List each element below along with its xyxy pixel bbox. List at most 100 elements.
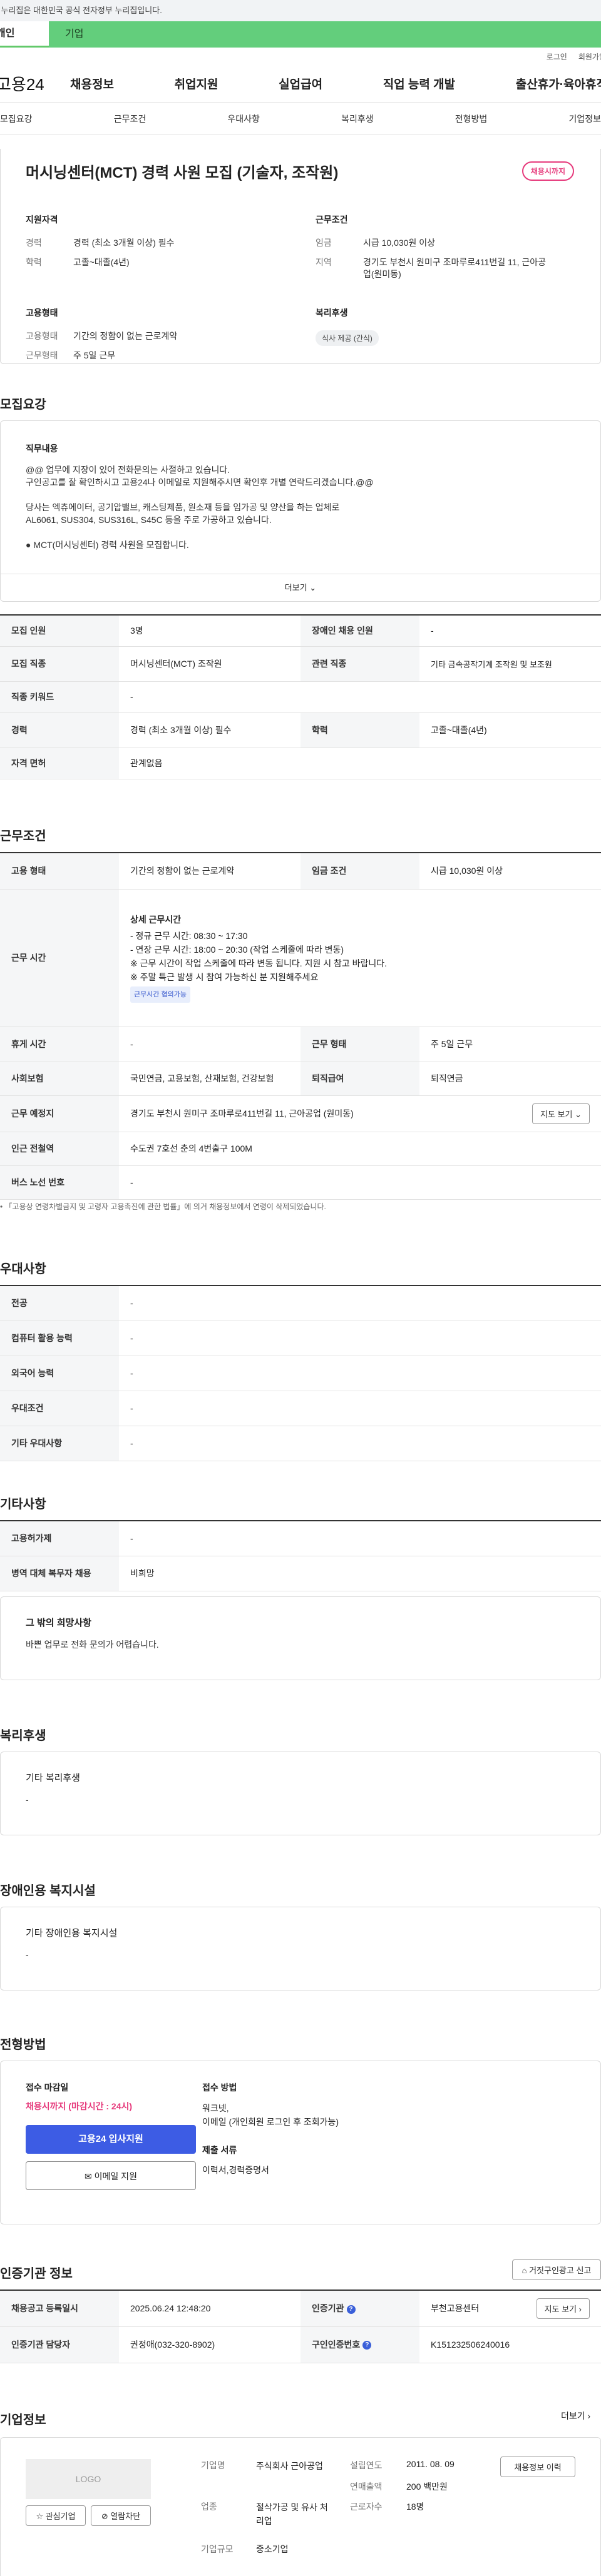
- process-card: 접수 마감일 채용시까지 (마감시간 : 24시) 고용24 입사지원 ✉ 이메…: [0, 2061, 601, 2224]
- text-line: - 정규 근무 시간: 08:30 ~ 17:30: [130, 931, 248, 941]
- text-line: ※ 주말 특근 발생 시 참여 가능하신 분 지원해주세요: [130, 972, 319, 982]
- company-name: 주식회사 근아공업: [256, 2461, 323, 2471]
- tab-personal[interactable]: 개인: [0, 21, 49, 48]
- tab-company[interactable]: 기업: [49, 21, 601, 48]
- employment-heading: 고용형태: [26, 308, 58, 318]
- anchor-recruit[interactable]: 모집요강: [0, 113, 33, 125]
- text-line: 당사는 엑츄에이터, 공기압밸브, 캐스팅제품, 원소재 등을 임가공 및 양산…: [26, 502, 340, 512]
- table-row: 인근 전철역 수도권 7호선 춘의 4번출구 100M: [0, 1132, 601, 1166]
- table-row: 버스 노선 번호 -: [0, 1165, 601, 1200]
- text-line: AL6061, SUS304, SUS316L, S45C 등을 주로 가공하고…: [26, 515, 272, 525]
- welfare-heading: 복리후생: [316, 308, 348, 318]
- schedule-value: 주 5일 근무: [73, 350, 116, 360]
- work-table: 고용 형태 기간의 정함이 없는 근로계약 임금 조건 시급 10,030원 이…: [0, 852, 601, 1200]
- text-line: @@ 업무에 지장이 있어 전화문의는 사절하고 있습니다.: [26, 465, 230, 475]
- utility-bar: 로그인 회원가입: [0, 48, 601, 65]
- recruit-heading: 모집요강: [0, 398, 46, 412]
- text-line: ※ 근무 시간이 작업 스케줄에 따라 변동 됩니다. 지원 시 참고 바랍니다…: [130, 958, 388, 968]
- chevron-right-icon: ›: [578, 2304, 582, 2314]
- section-anchor-nav: 모집요강 근무조건 우대사항 복리후생 전형방법 기업정보: [0, 103, 601, 135]
- cert-map-button[interactable]: 지도 보기 ›: [536, 2298, 590, 2319]
- wish-text: 바쁜 업무로 전화 문의가 어렵습니다.: [26, 1640, 159, 1650]
- duty-heading: 직무내용: [26, 444, 58, 454]
- table-row: 모집 직종 머시닝센터(MCT) 조작원 관련 직종 기타 금속공작기계 조작원…: [0, 646, 601, 682]
- table-row: 모집 인원 3명 장애인 채용 인원 -: [0, 615, 601, 647]
- work-heading: 근무조건: [0, 829, 46, 843]
- mail-icon: ✉: [85, 2171, 92, 2181]
- gnb-unemployment-benefit[interactable]: 실업급여: [279, 75, 322, 92]
- block-icon: ⊘: [101, 2512, 108, 2521]
- status-badge: 채용시까지: [521, 161, 574, 181]
- hours-text: - 정규 근무 시간: 08:30 ~ 17:30 - 연장 근무 시간: 18:…: [130, 929, 590, 984]
- benefits-box: 기타 복리후생 -: [0, 1752, 601, 1835]
- map-view-button[interactable]: 지도 보기 ⌄: [532, 1103, 590, 1124]
- process-heading: 전형방법: [0, 2038, 46, 2052]
- gnb-jobs[interactable]: 채용정보: [70, 75, 114, 92]
- table-row: 기타 우대사항 -: [0, 1426, 601, 1461]
- text-line: [26, 526, 575, 539]
- table-row: 채용공고 등록일시 2025.06.24 12:48:20 인증기관? 부천고용…: [0, 2290, 601, 2327]
- report-fake-ad-button[interactable]: ⌂ 거짓구인광고 신고: [512, 2259, 601, 2280]
- gnb-training[interactable]: 직업 능력 개발: [383, 75, 455, 92]
- text-line: [26, 489, 575, 501]
- table-row: 고용허가제 -: [0, 1521, 601, 1556]
- info-icon[interactable]: ?: [346, 2305, 356, 2314]
- company-logo: LOGO: [26, 2459, 151, 2499]
- table-row: 외국어 능력 -: [0, 1356, 601, 1391]
- user-type-tabs: 개인 기업: [0, 21, 601, 48]
- anchor-process[interactable]: 전형방법: [455, 113, 488, 125]
- pref-table: 전공 - 컴퓨터 활용 능력 - 외국어 능력 - 우대조건 - 기타 우대사항 -: [0, 1285, 601, 1461]
- star-icon: ☆: [36, 2512, 44, 2521]
- join-link[interactable]: 회원가입: [578, 51, 601, 62]
- table-row: 컴퓨터 활용 능력 -: [0, 1321, 601, 1356]
- anchor-welfare[interactable]: 복리후생: [341, 113, 374, 125]
- cert-heading: 인증기관 정보: [0, 2267, 73, 2281]
- deadline-value: 채용시까지 (마감시간 : 24시): [26, 2101, 133, 2111]
- work-place-value: 경기도 부천시 원미구 조마루로411번길 11, 근아공업 (원미동): [130, 1108, 354, 1118]
- etc-heading: 기타사항: [0, 1498, 46, 1511]
- text-line: 구인공고를 잘 확인하시고 고용24나 이메일로 지원해주시면 확인후 개별 연…: [26, 477, 374, 487]
- favorite-company-button[interactable]: ☆ 관심기업: [26, 2505, 86, 2526]
- company-heading: 기업정보: [0, 2413, 46, 2427]
- table-row: 전공 -: [0, 1285, 601, 1321]
- apply-button[interactable]: 고용24 입사지원: [26, 2125, 196, 2154]
- site-logo[interactable]: 고용24: [0, 72, 70, 95]
- job-history-button[interactable]: 채용정보 이력: [500, 2457, 575, 2477]
- chevron-down-icon: ⌄: [309, 583, 317, 592]
- gnb-employment-support[interactable]: 취업지원: [175, 75, 218, 92]
- etc-table: 고용허가제 - 병역 대체 복무자 채용 비희망: [0, 1520, 601, 1591]
- gov-banner: 이 누리집은 대한민국 공식 전자정부 누리집입니다.: [0, 0, 601, 21]
- gnb-parental-leave[interactable]: 출산휴가·육아휴직: [516, 75, 601, 92]
- email-apply-button[interactable]: ✉ 이메일 지원: [26, 2161, 196, 2190]
- recruit-table: 모집 인원 3명 장애인 채용 인원 - 모집 직종 머시닝센터(MCT) 조작…: [0, 614, 601, 779]
- anchor-preferences[interactable]: 우대사항: [227, 113, 260, 125]
- duty-card: 직무내용 @@ 업무에 지장이 있어 전화문의는 사절하고 있습니다. 구인공고를…: [0, 420, 601, 602]
- wage-value: 시급 10,030원 이상: [363, 238, 435, 248]
- company-more-link[interactable]: 더보기 ›: [561, 2410, 590, 2422]
- conditions-heading: 근무조건: [316, 215, 348, 225]
- region-value: 경기도 부천시 원미구 조마루로411번길 11, 근아공업(원미동): [363, 257, 547, 279]
- table-row: 사회보험 국민연금, 고용보험, 산재보험, 건강보험 퇴직급여 퇴직연금: [0, 1062, 601, 1096]
- duty-more-button[interactable]: 더보기 ⌄: [1, 574, 600, 601]
- block-view-button[interactable]: ⊘ 열람차단: [91, 2505, 151, 2526]
- table-row: 자격 면허 관계없음: [0, 748, 601, 779]
- age-notice: • 「고용상 연령차별금지 및 고령자 고용촉진에 관한 법률」에 의거 채용정…: [0, 1202, 326, 1211]
- table-row: 고용 형태 기간의 정함이 없는 근로계약 임금 조건 시급 10,030원 이…: [0, 853, 601, 890]
- employment-type-value: 기간의 정함이 없는 근로계약: [73, 331, 178, 341]
- disability-box: 기타 장애인용 복지시설 -: [0, 1907, 601, 1990]
- login-link[interactable]: 로그인: [547, 51, 567, 62]
- house-icon: ⌂: [521, 2266, 527, 2275]
- anchor-conditions[interactable]: 근무조건: [114, 113, 146, 125]
- table-row: 병역 대체 복무자 채용 비희망: [0, 1556, 601, 1591]
- text-line: ● MCT(머시닝센터) 경력 사원을 모집합니다.: [26, 540, 189, 550]
- education-value: 고졸~대졸(4년): [73, 257, 130, 267]
- table-row: 근무 예정지 경기도 부천시 원미구 조마루로411번길 11, 근아공업 (원…: [0, 1095, 601, 1132]
- hours-badge: 근무시간 협의가능: [130, 986, 191, 1003]
- table-row: 인증기관 담당자 권정애(032-320-8902) 구인인증번호? K1512…: [0, 2326, 601, 2363]
- chevron-down-icon: ⌄: [575, 1109, 582, 1119]
- chevron-right-icon: ›: [587, 2411, 591, 2421]
- anchor-company[interactable]: 기업정보: [568, 113, 601, 125]
- info-icon[interactable]: ?: [362, 2341, 372, 2350]
- duty-text: @@ 업무에 지장이 있어 전화문의는 사절하고 있습니다. 구인공고를 잘 확인…: [26, 464, 575, 551]
- pref-heading: 우대사항: [0, 1262, 46, 1276]
